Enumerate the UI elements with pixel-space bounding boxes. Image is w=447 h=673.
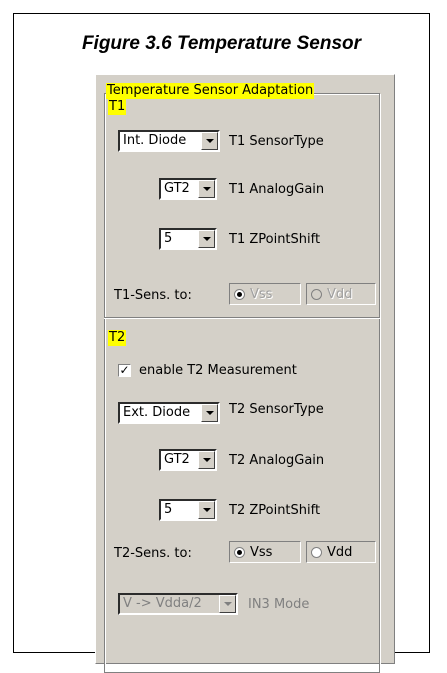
t2-section-label: T2 <box>108 330 127 346</box>
radio-selected-icon <box>234 546 245 558</box>
t2-vss-radio[interactable]: Vss <box>229 541 301 563</box>
t2-sensortype-label: T2 SensorType <box>229 402 324 417</box>
t2-vdd-radio[interactable]: Vdd <box>306 541 376 563</box>
in3-mode-select[interactable]: V -> Vdda/2 <box>118 593 238 615</box>
t1-zpointshift-select[interactable]: 5 <box>159 228 217 250</box>
sensor-adaptation-group <box>104 93 380 673</box>
t1-sensortype-label: T1 SensorType <box>229 134 324 149</box>
t1-zpointshift-label: T1 ZPointShift <box>229 232 321 247</box>
t2-sensortype-select[interactable]: Ext. Diode <box>118 402 220 424</box>
t2-analoggain-label: T2 AnalogGain <box>229 453 325 468</box>
chevron-down-icon[interactable] <box>198 180 215 198</box>
t2-zpointshift-select[interactable]: 5 <box>159 499 217 521</box>
radio-unselected-icon <box>311 546 322 558</box>
t1-sensortype-value: Int. Diode <box>123 133 187 148</box>
t1-vss-radio[interactable]: Vss <box>229 283 301 305</box>
t2-enable-label: enable T2 Measurement <box>139 363 297 378</box>
t2-vdd-label: Vdd <box>327 544 353 560</box>
t1-zpointshift-value: 5 <box>164 231 173 246</box>
chevron-down-icon[interactable] <box>198 451 215 469</box>
radio-selected-icon <box>234 288 245 300</box>
t1-section-label: T1 <box>108 99 127 115</box>
t2-enable-checkbox[interactable]: ✓ <box>118 364 131 377</box>
t2-sensortype-value: Ext. Diode <box>123 405 191 420</box>
chevron-down-icon[interactable] <box>201 132 218 150</box>
settings-panel: Temperature Sensor Adaptation T1 Int. Di… <box>95 74 395 673</box>
chevron-down-icon[interactable] <box>201 404 218 422</box>
chevron-down-icon[interactable] <box>219 595 236 613</box>
t2-analoggain-value: GT2 <box>164 452 190 467</box>
in3-mode-value: V -> Vdda/2 <box>123 596 202 611</box>
t1-analoggain-label: T1 AnalogGain <box>229 182 325 197</box>
t2-zpointshift-value: 5 <box>164 502 173 517</box>
t2-vss-label: Vss <box>250 544 273 560</box>
section-divider <box>104 317 380 319</box>
t2-analoggain-select[interactable]: GT2 <box>159 449 217 471</box>
group-title: Temperature Sensor Adaptation <box>106 83 315 99</box>
t1-vdd-label: Vdd <box>327 286 353 302</box>
chevron-down-icon[interactable] <box>198 501 215 519</box>
radio-unselected-icon <box>311 288 322 300</box>
figure-caption: Figure 3.6 Temperature Sensor <box>81 33 362 54</box>
figure-frame: Figure 3.6 Temperature Sensor Temperatur… <box>13 13 430 673</box>
checkmark-icon: ✓ <box>119 363 130 377</box>
t2-zpointshift-label: T2 ZPointShift <box>229 503 321 518</box>
t1-vss-label: Vss <box>250 286 273 302</box>
t1-vdd-radio[interactable]: Vdd <box>306 283 376 305</box>
in3-mode-label: IN3 Mode <box>248 597 310 612</box>
t1-sensortype-select[interactable]: Int. Diode <box>118 130 220 152</box>
t1-sens-to-label: T1-Sens. to: <box>114 288 192 303</box>
chevron-down-icon[interactable] <box>198 230 215 248</box>
t2-sens-to-label: T2-Sens. to: <box>114 546 192 561</box>
t1-analoggain-select[interactable]: GT2 <box>159 178 217 200</box>
t1-analoggain-value: GT2 <box>164 181 190 196</box>
